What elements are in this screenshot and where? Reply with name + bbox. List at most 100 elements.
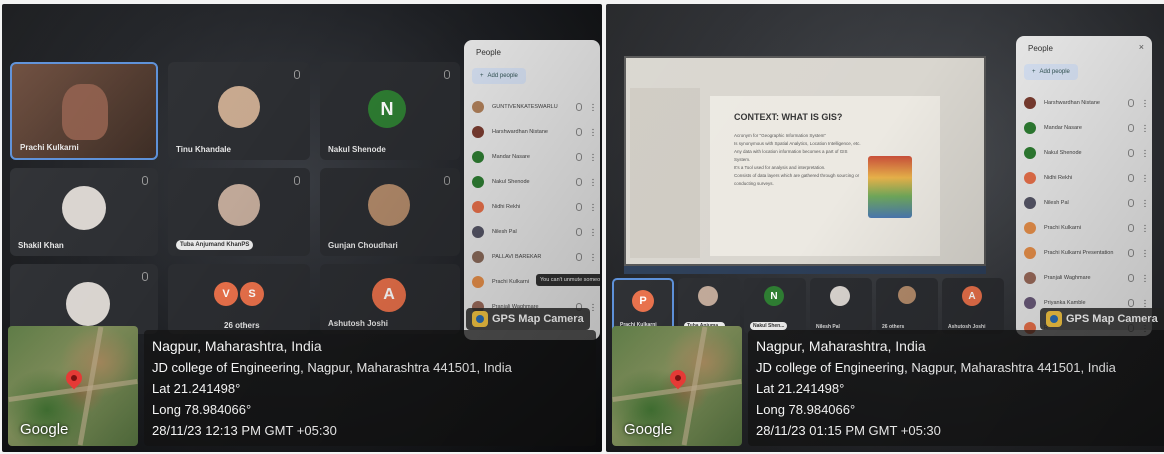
mic-off-icon[interactable]	[1128, 124, 1134, 132]
mic-off-icon[interactable]	[1128, 274, 1134, 282]
slide-bullet: It's a Tool used for analysis and interp…	[734, 165, 826, 170]
add-people-button[interactable]: + Add people	[472, 68, 526, 84]
avatar	[830, 286, 850, 306]
mic-off-icon[interactable]	[1128, 299, 1134, 307]
tile-name: Gunjan Choudhari	[328, 241, 398, 250]
participant-row[interactable]: Mandar Nasare	[472, 146, 594, 168]
avatar	[698, 286, 718, 306]
avatar	[472, 201, 484, 213]
participant-row[interactable]: PALLAVI BAREKAR	[472, 246, 594, 268]
video-tile: Shakil Khan	[10, 168, 158, 256]
mic-off-icon[interactable]	[1128, 149, 1134, 157]
mic-off-icon[interactable]	[576, 103, 582, 111]
participant-name: GUNTIVENKATESWARLU	[492, 104, 558, 110]
participant-row[interactable]: Nakul Shenode	[472, 171, 594, 193]
photo-right: CONTEXT: WHAT IS GIS? Acronym for "Geogr…	[606, 4, 1164, 452]
participant-row[interactable]: Nilesh Pal	[472, 221, 594, 243]
participant-row[interactable]: Prachi Kulkarni Presentation	[1024, 242, 1146, 264]
participant-name: Nilesh Pal	[492, 229, 517, 235]
people-panel: People × + Add people Harshwardhan Nista…	[1016, 36, 1152, 336]
mic-off-icon	[444, 176, 450, 185]
mic-off-icon[interactable]	[576, 153, 582, 161]
slide-bullet: Is synonymous with Spatial Analytics, Lo…	[734, 141, 861, 146]
mic-off-icon[interactable]	[1128, 224, 1134, 232]
mic-off-icon	[142, 272, 148, 281]
more-options-icon[interactable]	[1144, 149, 1146, 157]
more-options-icon[interactable]	[592, 253, 594, 261]
tile-name: Tinu Khandale	[176, 145, 231, 154]
gps-badge: GPS Map Camera	[466, 308, 590, 330]
participant-row[interactable]: Harshwardhan Nistane	[472, 121, 594, 143]
tile-name: Nakul Shen...	[750, 322, 788, 330]
more-options-icon[interactable]	[592, 203, 594, 211]
avatar	[368, 184, 410, 226]
participant-name: Nakul Shenode	[1044, 150, 1082, 156]
panel-title: People	[476, 48, 501, 57]
participant-row[interactable]: GUNTIVENKATESWARLU	[472, 96, 594, 118]
slide-bullet: Acronym for "Geographic Information Syst…	[734, 133, 826, 138]
avatar	[66, 282, 110, 326]
longitude: Long 78.984066°	[152, 402, 252, 417]
mic-off-icon[interactable]	[576, 228, 582, 236]
more-options-icon[interactable]	[1144, 249, 1146, 257]
mic-off-icon[interactable]	[1128, 99, 1134, 107]
map-brand: Google	[20, 421, 69, 438]
slide: CONTEXT: WHAT IS GIS? Acronym for "Geogr…	[710, 96, 940, 256]
avatar: P	[632, 290, 654, 312]
map-thumbnail: Google	[612, 326, 742, 446]
map-thumbnail: Google	[8, 326, 138, 446]
participant-row[interactable]: Mandar Nasare	[1024, 117, 1146, 139]
video-tile	[10, 264, 158, 334]
add-people-label: Add people	[487, 73, 518, 79]
datetime: 28/11/23 01:15 PM GMT +05:30	[756, 423, 941, 438]
mic-off-icon[interactable]	[1128, 174, 1134, 182]
slide-bullets: Acronym for "Geographic Information Syst…	[734, 132, 864, 188]
avatar	[472, 126, 484, 138]
mic-off-icon[interactable]	[576, 178, 582, 186]
participant-row[interactable]: Nidhi Rekhi	[1024, 167, 1146, 189]
participant-row[interactable]: Prachi Kulkarni	[1024, 217, 1146, 239]
more-options-icon[interactable]	[1144, 299, 1146, 307]
slide-bullet: Any data with location information becom…	[734, 149, 848, 162]
latitude: Lat 21.241498°	[152, 381, 241, 396]
address: JD college of Engineering, Nagpur, Mahar…	[152, 360, 512, 375]
participant-name: Nidhi Rekhi	[492, 204, 521, 210]
map-brand: Google	[624, 421, 673, 438]
more-options-icon[interactable]	[1144, 224, 1146, 232]
more-options-icon[interactable]	[592, 178, 594, 186]
more-options-icon[interactable]	[1144, 124, 1146, 132]
mic-off-icon[interactable]	[1128, 199, 1134, 207]
more-options-icon[interactable]	[1144, 99, 1146, 107]
shared-screen: CONTEXT: WHAT IS GIS? Acronym for "Geogr…	[624, 56, 986, 266]
avatar	[62, 186, 106, 230]
close-icon[interactable]: ×	[1139, 42, 1144, 52]
participant-row[interactable]: Nakul Shenode	[1024, 142, 1146, 164]
more-options-icon[interactable]	[1144, 199, 1146, 207]
mic-off-icon[interactable]	[576, 253, 582, 261]
avatar: A	[372, 278, 406, 312]
more-options-icon[interactable]	[592, 228, 594, 236]
presenter-video	[62, 84, 108, 140]
more-options-icon[interactable]	[592, 303, 594, 311]
gps-badge-label: GPS Map Camera	[492, 313, 584, 325]
more-options-icon[interactable]	[592, 103, 594, 111]
datetime: 28/11/23 12:13 PM GMT +05:30	[152, 423, 337, 438]
more-options-icon[interactable]	[592, 128, 594, 136]
more-options-icon[interactable]	[592, 153, 594, 161]
more-options-icon[interactable]	[1144, 174, 1146, 182]
mic-off-icon[interactable]	[576, 203, 582, 211]
participant-row[interactable]: Nidhi Rekhi	[472, 196, 594, 218]
more-options-icon[interactable]	[1144, 274, 1146, 282]
add-person-icon: +	[1032, 69, 1036, 75]
video-tile: A Ashutosh Joshi	[942, 278, 1004, 334]
mic-off-icon[interactable]	[1128, 249, 1134, 257]
taskbar	[624, 266, 986, 274]
participant-row[interactable]: Harshwardhan Nistane	[1024, 92, 1146, 114]
video-tile: Tuba Anjumand KhanPS	[168, 168, 310, 256]
video-tile: N Nakul Shenode	[320, 62, 460, 160]
mic-off-icon[interactable]	[576, 128, 582, 136]
participant-row[interactable]: Pranjali Waghmare	[1024, 267, 1146, 289]
add-people-button[interactable]: + Add people	[1024, 64, 1078, 80]
participant-row[interactable]: Nilesh Pal	[1024, 192, 1146, 214]
tile-name: 26 others	[224, 321, 260, 330]
